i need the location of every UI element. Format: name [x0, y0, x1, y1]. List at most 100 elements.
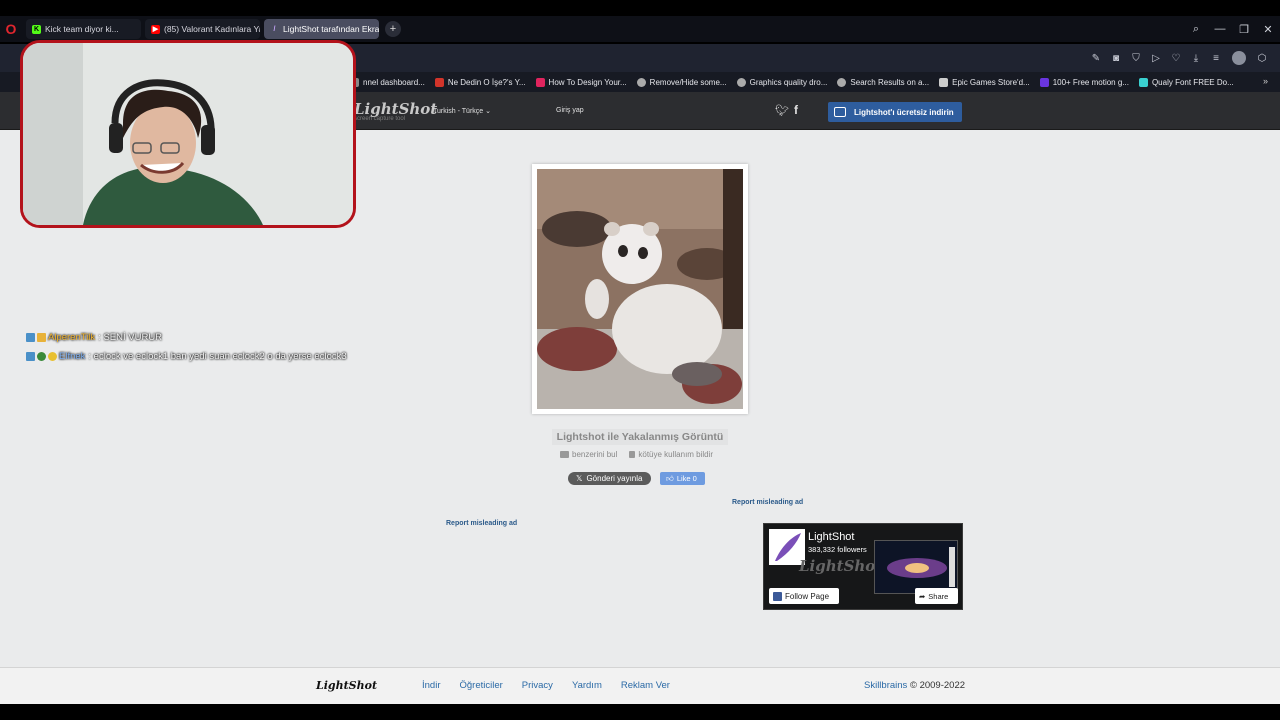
- download-button-label: Lightshot'ı ücretsiz indirin: [854, 107, 954, 117]
- facebook-page-widget: LightShot 383,332 followers LightShot Fo…: [763, 523, 963, 610]
- find-similar-link[interactable]: benzerini bul: [560, 450, 623, 459]
- tab-label: (85) Valorant Kadınlara Ya...: [164, 24, 260, 34]
- follow-page-label: Follow Page: [785, 591, 830, 601]
- bookmark-icon: [939, 77, 949, 87]
- heart-icon[interactable]: ♡: [1166, 53, 1186, 64]
- bookmark-icon: [736, 77, 746, 87]
- copyright-text: © 2009-2022: [909, 680, 966, 691]
- tab-lightshot[interactable]: / LightShot tarafından Ekra...: [264, 19, 379, 39]
- bookmark-icon: [837, 77, 847, 87]
- screen: O K Kick team diyor ki... ▶ (85) Valoran…: [0, 0, 1280, 720]
- footer-link-advertise[interactable]: Reklam Ver: [621, 680, 670, 691]
- screenshot-frame: [532, 164, 748, 414]
- opera-logo-icon[interactable]: O: [0, 16, 22, 42]
- report-abuse-link[interactable]: kötüye kullanım bildir: [629, 450, 719, 459]
- bookmark-label: Search Results on a...: [850, 77, 930, 87]
- language-select[interactable]: Turkish - Türkçe ⌄: [433, 107, 491, 115]
- bookmark-item[interactable]: Ne Dedin O İşe?'s Y...: [434, 77, 526, 87]
- close-icon[interactable]: ✕: [1256, 23, 1280, 36]
- extensions-icon[interactable]: ⬡: [1252, 53, 1272, 64]
- trash-icon: [629, 451, 636, 458]
- thumbs-up-icon: 👍︎: [666, 473, 674, 483]
- chevron-down-icon: ⌄: [485, 108, 492, 115]
- bookmark-label: Epic Games Store'd...: [952, 77, 1030, 87]
- tab-kick[interactable]: K Kick team diyor ki...: [26, 19, 141, 39]
- chat-message: Elfnek : eclock ve eclock1 ban yedi suan…: [26, 351, 347, 362]
- twitter-icon[interactable]: 🐦︎: [775, 104, 789, 117]
- bookmark-icon: [535, 77, 545, 87]
- download-icon[interactable]: ⤓: [1186, 53, 1206, 64]
- login-link[interactable]: Giriş yap: [556, 107, 584, 114]
- new-tab-button[interactable]: +: [385, 21, 401, 37]
- footer-link-download[interactable]: İndir: [422, 680, 440, 691]
- report-ad-link[interactable]: Report misleading ad: [446, 520, 517, 527]
- footer-links: İndir Öğreticiler Privacy Yardım Reklam …: [422, 680, 689, 691]
- cat-screenshot-image[interactable]: [537, 169, 743, 409]
- bookmark-item[interactable]: Remove/Hide some...: [636, 77, 727, 87]
- share-button[interactable]: ➦ Share: [915, 588, 958, 604]
- footer-link-help[interactable]: Yardım: [572, 680, 602, 691]
- fb-cover-brand: LightShot: [799, 557, 883, 575]
- report-ad-link[interactable]: Report misleading ad: [732, 499, 803, 506]
- bookmark-label: nnel dashboard...: [363, 77, 425, 87]
- camera-icon[interactable]: ◙: [1106, 53, 1126, 64]
- fb-followers-count: 383,332 followers: [808, 545, 867, 554]
- bookmark-item[interactable]: nnel dashboard...: [350, 77, 425, 87]
- bookmark-item[interactable]: Epic Games Store'd...: [939, 77, 1030, 87]
- subscriber-badge-icon: [37, 333, 46, 342]
- image-caption: Lightshot ile Yakalanmış Görüntü: [552, 429, 728, 445]
- facebook-icon[interactable]: f: [794, 103, 798, 117]
- follow-page-button[interactable]: Follow Page: [769, 588, 839, 604]
- youtube-icon: ▶: [151, 24, 160, 34]
- x-post-label: Gönderi yayınla: [586, 474, 643, 483]
- chat-message: AlperenTilk : SENİ VURUR: [26, 332, 162, 343]
- language-label: Turkish - Türkçe: [433, 108, 484, 115]
- image-search-icon: [560, 451, 569, 458]
- lightshot-feather-icon: /: [273, 25, 276, 33]
- moderator-badge-icon: [37, 352, 46, 361]
- x-post-button[interactable]: 𝕏 Gönderi yayınla: [568, 472, 651, 485]
- bookmark-item[interactable]: Graphics quality dro...: [736, 77, 828, 87]
- facebook-icon: [773, 591, 782, 601]
- bookmarks-overflow-icon[interactable]: »: [1263, 76, 1268, 86]
- chat-username: Elfnek: [59, 351, 86, 362]
- bookmark-item[interactable]: 100+ Free motion g...: [1039, 77, 1129, 87]
- bookmark-icon: [1138, 77, 1148, 87]
- cat-photo: [537, 169, 743, 409]
- bookmark-item[interactable]: Search Results on a...: [837, 77, 930, 87]
- shield-icon[interactable]: ⛉: [1126, 53, 1146, 64]
- tab-youtube[interactable]: ▶ (85) Valorant Kadınlara Ya...: [145, 19, 260, 39]
- bookmark-item[interactable]: How To Design Your...: [535, 77, 627, 87]
- download-icon: [834, 107, 846, 117]
- facebook-like-button[interactable]: 👍︎ Like 0: [660, 472, 705, 485]
- fb-cover-thumbnail: [874, 540, 958, 594]
- webcam-feed: [23, 43, 353, 225]
- bookmark-label: Graphics quality dro...: [749, 77, 828, 87]
- bookmark-item[interactable]: Qualy Font FREE Do...: [1138, 77, 1234, 87]
- share-icon: ➦: [919, 591, 926, 601]
- verified-badge-icon: [26, 333, 35, 342]
- search-icon[interactable]: ⌕: [1184, 23, 1208, 36]
- tab-label: Kick team diyor ki...: [45, 24, 119, 34]
- image-actions: benzerini bul kötüye kullanım bildir: [560, 450, 725, 459]
- footer-logo[interactable]: LightShot: [316, 679, 377, 692]
- profile-avatar[interactable]: [1232, 51, 1246, 65]
- bookmark-icon: [434, 77, 444, 87]
- bookmark-label: 100+ Free motion g...: [1052, 77, 1129, 87]
- restore-icon[interactable]: ❐: [1232, 23, 1256, 36]
- bookmark-label: Remove/Hide some...: [649, 77, 727, 87]
- edit-icon[interactable]: ✎: [1086, 53, 1106, 64]
- footer-link-privacy[interactable]: Privacy: [522, 680, 553, 691]
- menu-icon[interactable]: ≡: [1206, 53, 1226, 64]
- fb-page-name[interactable]: LightShot: [808, 531, 854, 543]
- bookmark-icon: [1039, 77, 1049, 87]
- skillbrains-link[interactable]: Skillbrains: [864, 680, 907, 691]
- x-icon: 𝕏: [576, 474, 583, 483]
- chat-text: : SENİ VURUR: [98, 332, 163, 343]
- download-button[interactable]: Lightshot'ı ücretsiz indirin: [828, 102, 962, 122]
- browser-tab-bar: O K Kick team diyor ki... ▶ (85) Valoran…: [0, 16, 1280, 42]
- play-icon[interactable]: ▷: [1146, 53, 1166, 64]
- footer-link-tutorials[interactable]: Öğreticiler: [459, 680, 502, 691]
- share-label: Share: [928, 591, 949, 601]
- minimize-icon[interactable]: —: [1208, 23, 1232, 35]
